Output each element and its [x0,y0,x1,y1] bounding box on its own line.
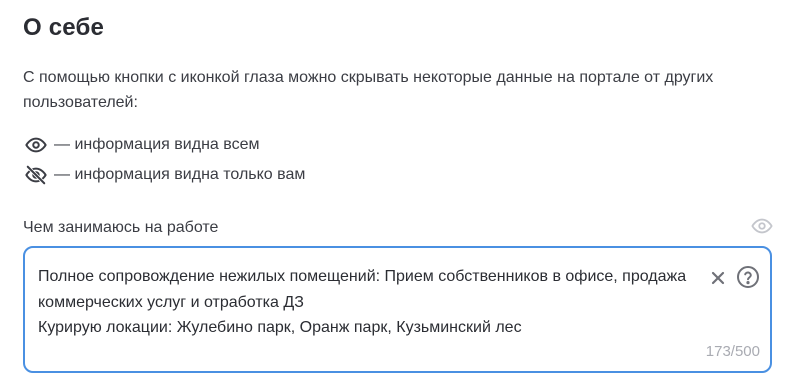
textarea-value[interactable]: Полное сопровождение нежилых помещений: … [38,264,703,341]
visibility-toggle-button[interactable] [750,214,774,238]
close-icon [711,271,725,285]
help-button[interactable] [736,265,760,289]
question-circle-icon [736,265,760,289]
clear-button[interactable] [707,267,729,289]
work-description-textarea[interactable]: Полное сопровождение нежилых помещений: … [23,246,772,373]
eye-icon [24,133,48,157]
section-title: О себе [23,14,105,41]
legend-visible-all: — информация видна всем [24,133,259,157]
legend-visible-all-text: — информация видна всем [54,136,260,153]
section-description: С помощью кнопки с иконкой глаза можно с… [23,69,714,111]
character-counter: 173/500 [705,343,760,360]
field-label: Чем занимаюсь на работе [23,219,219,236]
eye-off-icon [24,163,48,187]
eye-icon [751,215,773,237]
legend-visible-you-text: — информация видна только вам [54,166,306,183]
legend-visible-you: — информация видна только вам [24,163,305,187]
